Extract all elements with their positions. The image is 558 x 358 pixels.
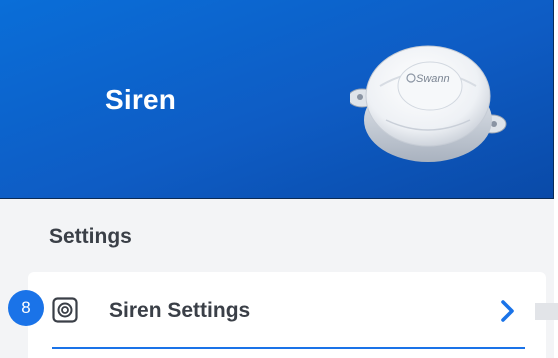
siren-speaker-icon xyxy=(52,297,78,323)
siren-settings-list-item[interactable] xyxy=(28,272,546,358)
siren-device-image: Swann xyxy=(350,45,507,162)
page-title: Siren xyxy=(105,84,177,115)
siren-header-banner: Siren Swann xyxy=(0,0,554,199)
brand-logo-text: Swann xyxy=(416,73,450,85)
siren-settings-label: Siren Settings xyxy=(109,299,251,322)
item-highlight-underline xyxy=(52,347,525,349)
scroll-indicator[interactable] xyxy=(535,303,558,320)
settings-section-title: Settings xyxy=(49,225,132,248)
step-number-badge: 8 xyxy=(8,290,44,326)
chevron-right-icon[interactable] xyxy=(498,298,518,324)
siren-screen: Siren Swann Settings Siren Settings 8 xyxy=(0,0,558,358)
